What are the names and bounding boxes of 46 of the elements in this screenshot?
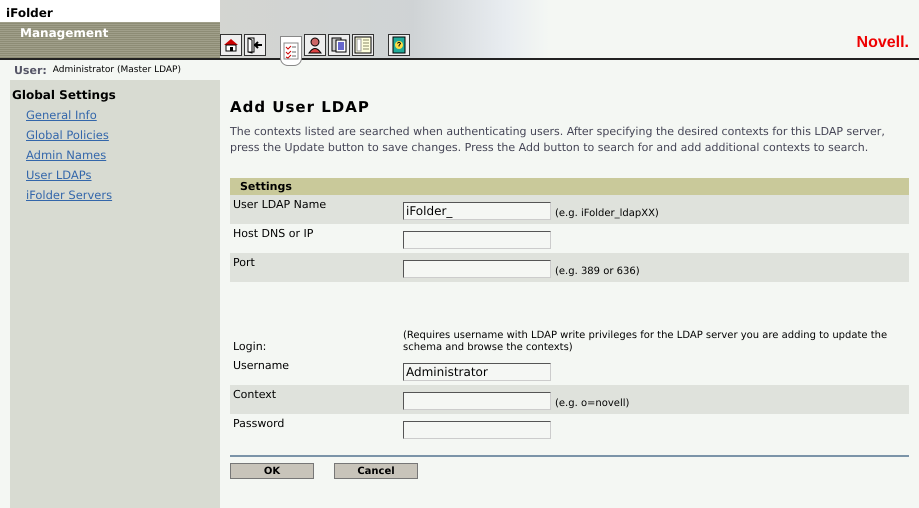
form-button[interactable]: OK (230, 463, 314, 479)
app-title: iFolder (0, 0, 220, 22)
input-field[interactable]: iFolder_ (403, 202, 551, 220)
field-label: Login: (233, 339, 268, 353)
toolbar-button[interactable] (388, 34, 410, 56)
input-field[interactable] (403, 231, 551, 249)
section-title: Settings (240, 180, 292, 193)
door-arrow-icon (246, 36, 264, 54)
document-list-icon (354, 36, 372, 54)
field-label: Context (233, 388, 278, 401)
input-field[interactable]: Administrator (403, 363, 551, 381)
sidebar-link[interactable]: User LDAPs (10, 165, 108, 185)
toolbar-button[interactable] (352, 34, 374, 56)
home-icon (223, 37, 239, 53)
field-hint: (e.g. 389 or 636) (555, 266, 640, 277)
field-hint: (e.g. o=novell) (555, 398, 630, 409)
field-hint: (e.g. iFolder_ldapXX) (555, 208, 659, 219)
form-button[interactable]: Cancel (334, 463, 418, 479)
toolbar-button[interactable] (328, 34, 350, 56)
app-subtitle: Management (20, 26, 108, 40)
sidebar-link[interactable]: General Info (10, 105, 113, 125)
toolbar-button[interactable] (220, 34, 242, 56)
pages-icon (330, 36, 348, 54)
input-field[interactable] (403, 392, 551, 410)
sidebar-link[interactable]: Admin Names (10, 145, 122, 165)
field-label: Port (233, 256, 256, 269)
brand-logo: Novell. (856, 34, 909, 52)
sidebar-link[interactable]: iFolder Servers (10, 185, 128, 205)
field-label: Username (233, 359, 290, 372)
field-label: Password (233, 417, 286, 430)
field-label: Host DNS or IP (233, 227, 314, 240)
sidebar-title: Global Settings (11, 88, 116, 102)
sidebar-link[interactable]: Global Policies (10, 125, 125, 145)
input-field[interactable] (403, 421, 551, 439)
user-label: User: (14, 64, 47, 76)
user-icon (307, 36, 323, 54)
toolbar-button[interactable] (244, 34, 266, 56)
help-book-icon (391, 36, 407, 54)
page-description: The contexts listed are searched when authenticating users. After specifying the desired contexts for this LDAP server, press the Update button to save changes. Press the Add button to search for and add additional contexts to search. (230, 124, 886, 156)
field-label: User LDAP Name (233, 198, 328, 211)
page-title: Add User LDAP (230, 98, 371, 116)
toolbar-button[interactable] (304, 34, 326, 56)
input-field[interactable] (403, 260, 551, 278)
login-note: (Requires username with LDAP write privileges for the LDAP server you are adding to update the schema and browse the contexts) (403, 330, 888, 354)
user-name: Administrator (Master LDAP) (52, 65, 181, 75)
checklist-icon (283, 42, 299, 60)
